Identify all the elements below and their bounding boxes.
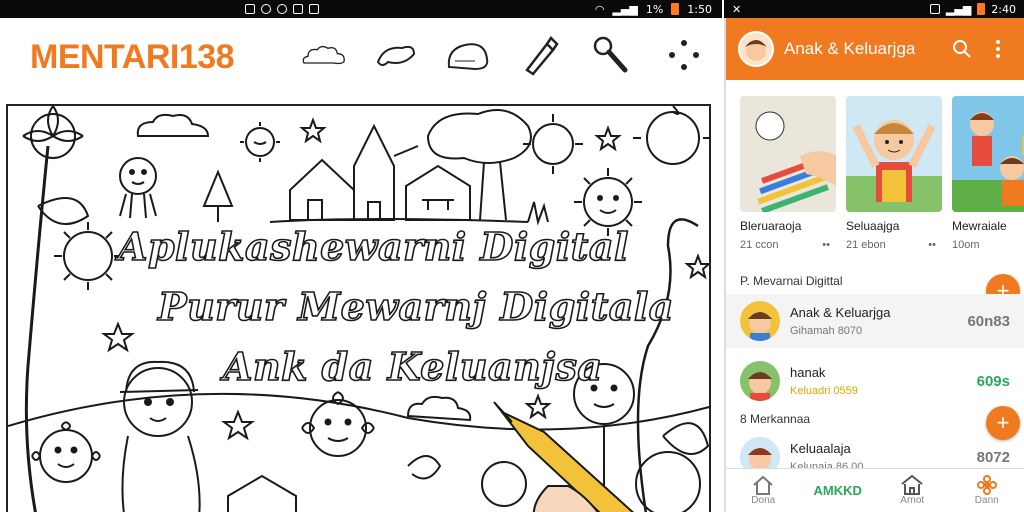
flower-icon [976,475,997,495]
list-item-subtitle: Gihamah 8070 [790,325,863,337]
tool-toolbar [300,34,708,76]
app-title: Anak & Keluarjga [784,39,916,58]
overflow-menu-icon[interactable] [984,35,1012,63]
nav-label: Dona [751,495,776,506]
featured-card[interactable]: Mewraiale 10om [952,96,1024,251]
list-item-title: Anak & Keluarjga [790,305,891,320]
list-item-value: 60n83 [967,312,1010,330]
nav-label: Dann [974,495,999,506]
sim-icon: ✕ [732,2,742,16]
list-item-subtitle: Keluadri 0559 [790,385,858,397]
avatar [740,301,780,341]
photo-icon [308,4,319,14]
nav-item-active[interactable]: AMKKD [809,483,867,498]
signal-icon: ▂▄▆ [612,2,638,16]
card-more-icon[interactable]: •• [822,239,830,251]
nav-item-flower[interactable]: Dann [958,475,1016,506]
card-more-icon[interactable]: •• [928,239,936,251]
list-item-title: Keluaalaja [790,441,851,456]
card-meta: 21 ebon [846,239,886,251]
section-heading: P. Mevarnai Digittal [740,274,843,288]
list-item-value: 8072 [976,448,1010,466]
section-heading: 8 Merkannaa [740,412,811,426]
coloring-app-window: MENTARI138 Aplukashewarni Digital Purur … [0,18,722,512]
featured-card[interactable]: Bleruaraoja 21 ccon •• [740,96,836,251]
battery-icon [977,3,986,15]
nav-item-home[interactable]: Dona [734,475,792,506]
battery-icon [671,3,680,15]
featured-card[interactable]: Seluaajga 21 ebon •• [846,96,942,251]
featured-cards: Bleruaraoja 21 ccon •• Seluaajga 21 ebon •… [726,80,1024,251]
status-bar-left: ◠ ▂▄▆ 1% 1:50 [0,0,722,18]
coloring-title-line-1: Aplukashewarni Digital [117,223,629,270]
more-dots-icon[interactable] [660,34,708,76]
card-name: Seluaajga [846,219,900,233]
app-bar: Anak & Keluarjga [726,18,1024,80]
marker-icon[interactable] [516,34,564,76]
card-thumbnail-family [952,96,1024,212]
bottom-navigation: Dona AMKKD Arnot Dann [726,468,1024,512]
sync-icon [260,4,271,14]
message-icon [292,4,303,14]
status-icons [244,4,319,14]
cloud-brush-icon[interactable] [300,34,348,76]
house-icon [901,475,923,495]
dropper-icon[interactable] [588,34,636,76]
leaf-brush-icon[interactable] [372,34,420,76]
wifi-icon: ◠ [594,2,605,16]
status-bar-right: ✕ ▂▄▆ 2:40 [724,0,1024,18]
location-icon [276,4,287,14]
nav-label: Arnot [900,495,925,506]
search-icon[interactable] [948,35,976,63]
status-time: 2:40 [991,2,1016,16]
card-meta: 21 ccon [740,239,779,251]
list-item[interactable]: hanak Keluadri 0559 609s [726,354,1024,408]
battery-percent: 1% [645,2,664,16]
home-icon [753,475,773,495]
status-time: 1:50 [687,2,712,16]
card-name: Bleruaraoja [740,219,802,233]
card-meta: 10om [952,239,980,251]
app-brand-logo: MENTARI138 [30,38,235,76]
signal-icon: ▂▄▆ [945,2,972,16]
gallery-app-window: Anak & Keluarjga Bleruaraoja 21 ccon •• S… [724,18,1024,512]
nav-label: AMKKD [813,483,862,498]
list-item-value: 609s [976,372,1010,390]
list-item[interactable]: Anak & Keluarjga Gihamah 8070 60n83 [726,294,1024,348]
nav-item-house[interactable]: Arnot [883,475,941,506]
coloring-title-line-2: Purur Mewarnj Digitala [157,283,674,330]
card-thumbnail-boy [846,96,942,212]
coloring-title-line-3: Ank da Keluanjsa [222,343,603,390]
notification-icon [244,4,255,14]
card-thumbnail-crayons [740,96,836,212]
card-name: Mewraiale [952,219,1007,233]
coloring-canvas[interactable]: Aplukashewarni Digital Purur Mewarnj Dig… [6,104,711,512]
fill-blob-icon[interactable] [444,34,492,76]
avatar[interactable] [738,31,774,67]
list-item-title: hanak [790,365,826,380]
notification-icon [929,4,940,14]
avatar [740,361,780,401]
